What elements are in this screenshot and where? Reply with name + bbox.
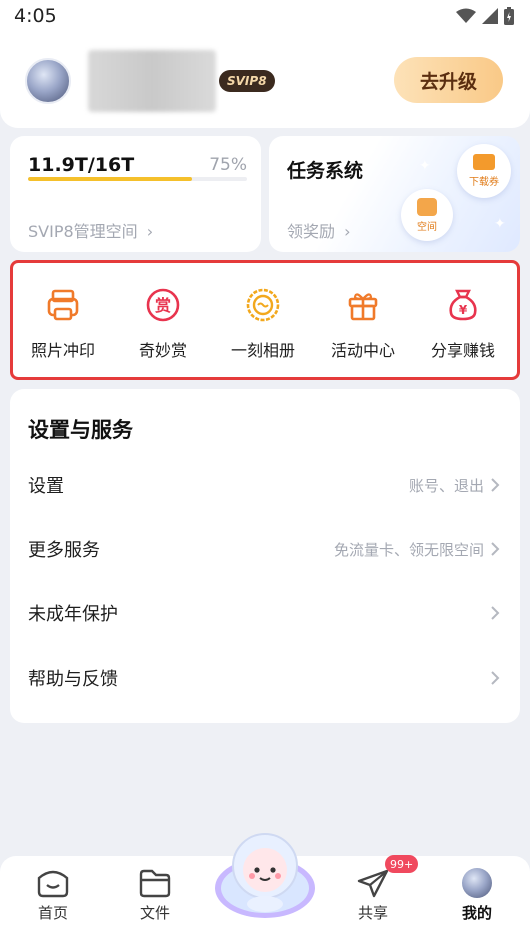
settings-row-help-feedback[interactable]: 帮助与反馈	[10, 653, 520, 703]
gift-icon	[344, 286, 382, 324]
yuan-glyph: ¥	[459, 303, 468, 317]
avatar[interactable]	[25, 58, 71, 104]
quick-actions-panel: 照片冲印 赏 奇妙赏 一刻相册 活动中心 ¥ 分享赚钱	[10, 260, 520, 380]
status-bar: 4:05	[0, 0, 530, 32]
row-label: 帮助与反馈	[28, 669, 118, 690]
tab-files[interactable]: 文件	[120, 868, 190, 923]
storage-card[interactable]: 11.9T/16T 75% SVIP8管理空间 ›	[10, 136, 261, 252]
section-title: 设置与服务	[28, 418, 133, 442]
row-hint: 账号、退出	[408, 476, 484, 495]
chevron-right-icon	[491, 671, 500, 685]
tab-label: 共享	[357, 904, 388, 922]
row-label: 更多服务	[28, 540, 100, 561]
coupon-icon	[473, 154, 495, 170]
quick-action-label: 分享赚钱	[430, 341, 495, 360]
reward-icon: 赏	[144, 286, 182, 324]
sparkle-icon: ✦	[494, 216, 506, 232]
settings-row-more-services[interactable]: 更多服务 免流量卡、领无限空间	[10, 524, 520, 574]
chevron-right-icon: ›	[344, 222, 351, 241]
quick-action-label: 奇妙赏	[138, 341, 187, 360]
reward-glyph: 赏	[155, 296, 171, 315]
claim-reward-link[interactable]: 领奖励 ›	[287, 218, 351, 242]
quick-action-label: 一刻相册	[230, 341, 295, 360]
settings-row-settings[interactable]: 设置 账号、退出	[10, 460, 520, 510]
folder-icon	[139, 869, 171, 898]
status-icons	[456, 7, 514, 25]
quick-action-activity-center[interactable]: 活动中心	[313, 286, 413, 362]
row-label: 未成年保护	[28, 604, 118, 625]
box-icon	[417, 197, 437, 216]
chevron-right-icon	[491, 478, 500, 492]
space-bubble[interactable]: 空间	[401, 189, 453, 241]
settings-services-card: 设置与服务 设置 账号、退出 更多服务 免流量卡、领无限空间 未成年保护 帮助与…	[10, 389, 520, 723]
claim-reward-label: 领奖励	[287, 222, 336, 241]
row-hint: 免流量卡、领无限空间	[333, 540, 484, 559]
upgrade-button[interactable]: 去升级	[394, 57, 503, 103]
quick-action-label: 活动中心	[330, 341, 395, 360]
storage-progress-bar	[28, 177, 247, 181]
vip-badge[interactable]: SVIP8	[219, 70, 275, 92]
profile-header: SVIP8 去升级	[0, 32, 530, 128]
manage-space-label: SVIP8管理空间	[28, 222, 138, 241]
manage-space-link[interactable]: SVIP8管理空间 ›	[28, 218, 153, 242]
tab-label: 首页	[37, 904, 68, 922]
home-icon	[37, 870, 69, 898]
tab-home[interactable]: 首页	[18, 868, 88, 923]
money-bag-icon: ¥	[444, 286, 482, 324]
settings-row-minor-protection[interactable]: 未成年保护	[10, 588, 520, 638]
chevron-right-icon: ›	[146, 222, 154, 241]
tab-share[interactable]: 共享	[338, 868, 408, 923]
mascot-center-button[interactable]	[212, 826, 318, 920]
battery-icon	[504, 7, 514, 25]
sparkle-icon: ✦	[419, 158, 431, 174]
wifi-icon	[456, 8, 476, 23]
cellular-signal-icon	[482, 8, 498, 24]
moment-album-icon	[244, 286, 282, 324]
tab-label: 我的	[461, 904, 492, 922]
row-label: 设置	[28, 476, 64, 497]
status-time: 4:05	[14, 5, 57, 27]
chevron-right-icon	[491, 542, 500, 556]
paper-plane-icon	[357, 869, 389, 898]
quick-action-reward[interactable]: 赏 奇妙赏	[113, 286, 213, 362]
quick-action-moment-album[interactable]: 一刻相册	[213, 286, 313, 362]
username-redacted	[88, 50, 216, 112]
task-system-card[interactable]: ✦ ✦ 任务系统 领奖励 › 下载券 空间	[269, 136, 520, 252]
photo-print-icon	[44, 286, 82, 324]
notification-badge: 99+	[385, 855, 419, 873]
chevron-right-icon	[491, 606, 500, 620]
mascot-icon	[215, 833, 315, 918]
storage-percent: 75%	[209, 155, 247, 175]
storage-progress-fill	[28, 177, 193, 181]
coupon-label: 下载券	[469, 177, 499, 188]
quick-action-share-earn[interactable]: ¥ 分享赚钱	[413, 286, 513, 362]
task-title: 任务系统	[287, 160, 364, 182]
tab-label: 文件	[139, 904, 170, 922]
storage-used: 11.9T/16T	[28, 154, 135, 176]
tab-mine[interactable]: 我的	[442, 868, 512, 923]
quick-action-photo-print[interactable]: 照片冲印	[13, 286, 113, 362]
avatar	[462, 868, 492, 898]
download-coupon-bubble[interactable]: 下载券	[457, 144, 511, 198]
space-label: 空间	[417, 221, 437, 233]
quick-action-label: 照片冲印	[30, 341, 95, 360]
